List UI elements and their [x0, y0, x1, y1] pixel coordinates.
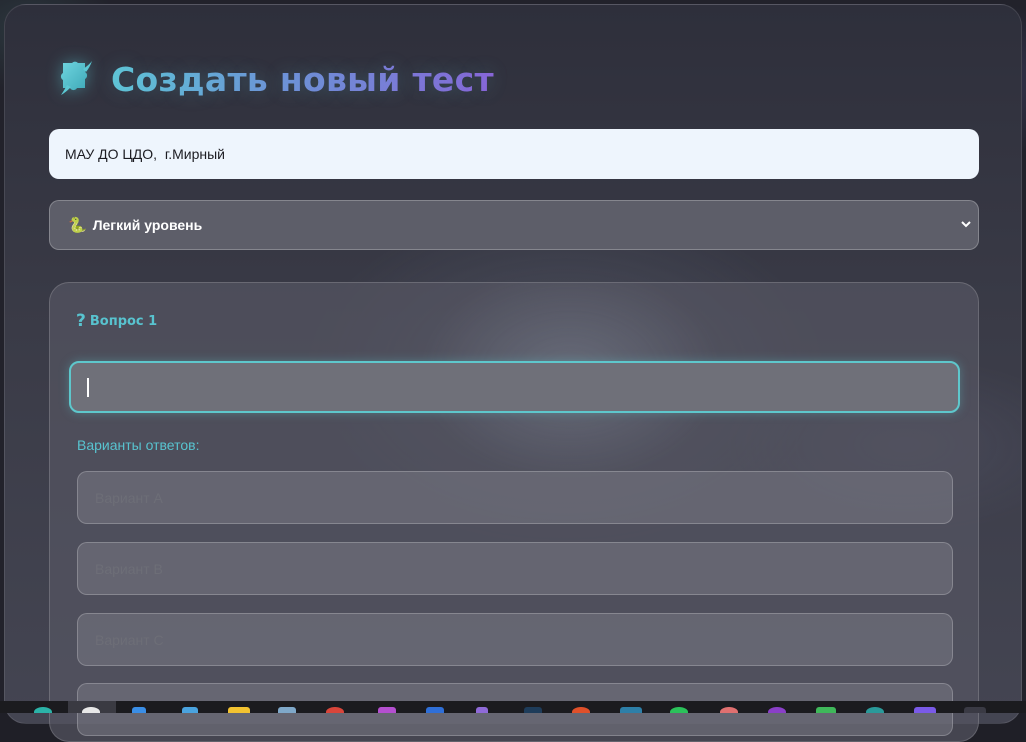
taskbar-app-icon[interactable] — [34, 707, 52, 713]
question-card: ? Вопрос 1 Варианты ответов: Вариант A В… — [49, 282, 979, 742]
taskbar-app-icon[interactable] — [816, 707, 836, 713]
taskbar-app-icon[interactable] — [326, 707, 344, 713]
taskbar-app-icon[interactable] — [866, 707, 884, 713]
taskbar-app-icon[interactable] — [426, 707, 444, 713]
answer-option-a-placeholder: Вариант A — [95, 489, 163, 506]
taskbar-app-icon[interactable] — [572, 707, 590, 713]
taskbar-app-icon[interactable] — [132, 707, 146, 713]
puzzle-icon — [60, 61, 92, 95]
taskbar-folder-icon[interactable] — [228, 707, 250, 713]
taskbar-app-icon[interactable] — [378, 707, 396, 713]
snake-icon: 🐍 — [68, 217, 87, 234]
answer-option-c-input[interactable]: Вариант C — [77, 613, 953, 666]
taskbar-browser-icon[interactable] — [82, 707, 100, 713]
text-caret — [87, 378, 89, 397]
answer-option-b-placeholder: Вариант B — [95, 560, 163, 577]
taskbar-app-icon[interactable] — [720, 707, 738, 713]
taskbar-app-icon[interactable] — [620, 707, 642, 713]
organization-field-value: МАУ ДО ЦДО, г.Мирный — [65, 146, 225, 162]
taskbar-app-icon[interactable] — [964, 707, 986, 713]
taskbar-app-icon[interactable] — [768, 707, 786, 713]
taskbar-app-icon[interactable] — [182, 707, 198, 713]
level-select[interactable]: 🐍 Легкий уровень — [49, 200, 979, 250]
answer-option-b-input[interactable]: Вариант B — [77, 542, 953, 595]
answer-option-c-placeholder: Вариант C — [95, 631, 164, 648]
answers-label: Варианты ответов: — [77, 437, 200, 453]
page-header: Создать новый тест — [53, 57, 494, 101]
page-title: Создать новый тест — [111, 59, 494, 99]
question-text-input[interactable] — [69, 361, 960, 413]
taskbar-app-icon[interactable] — [476, 707, 488, 713]
answer-option-a-input[interactable]: Вариант A — [77, 471, 953, 524]
taskbar-app-icon[interactable] — [524, 707, 542, 713]
taskbar — [0, 701, 1026, 713]
question-label-text: Вопрос 1 — [89, 314, 158, 329]
taskbar-app-icon[interactable] — [278, 707, 296, 713]
taskbar-app-icon[interactable] — [914, 707, 936, 713]
taskbar-app-icon[interactable] — [670, 707, 688, 713]
question-label: ? Вопрос 1 — [76, 313, 157, 330]
create-test-panel: Создать новый тест МАУ ДО ЦДО, г.Мирный … — [4, 4, 1022, 742]
chevron-down-icon — [961, 221, 971, 228]
level-select-value: Легкий уровень — [92, 217, 203, 233]
organization-field[interactable]: МАУ ДО ЦДО, г.Мирный — [49, 129, 979, 179]
question-mark-icon: ? — [76, 311, 86, 331]
